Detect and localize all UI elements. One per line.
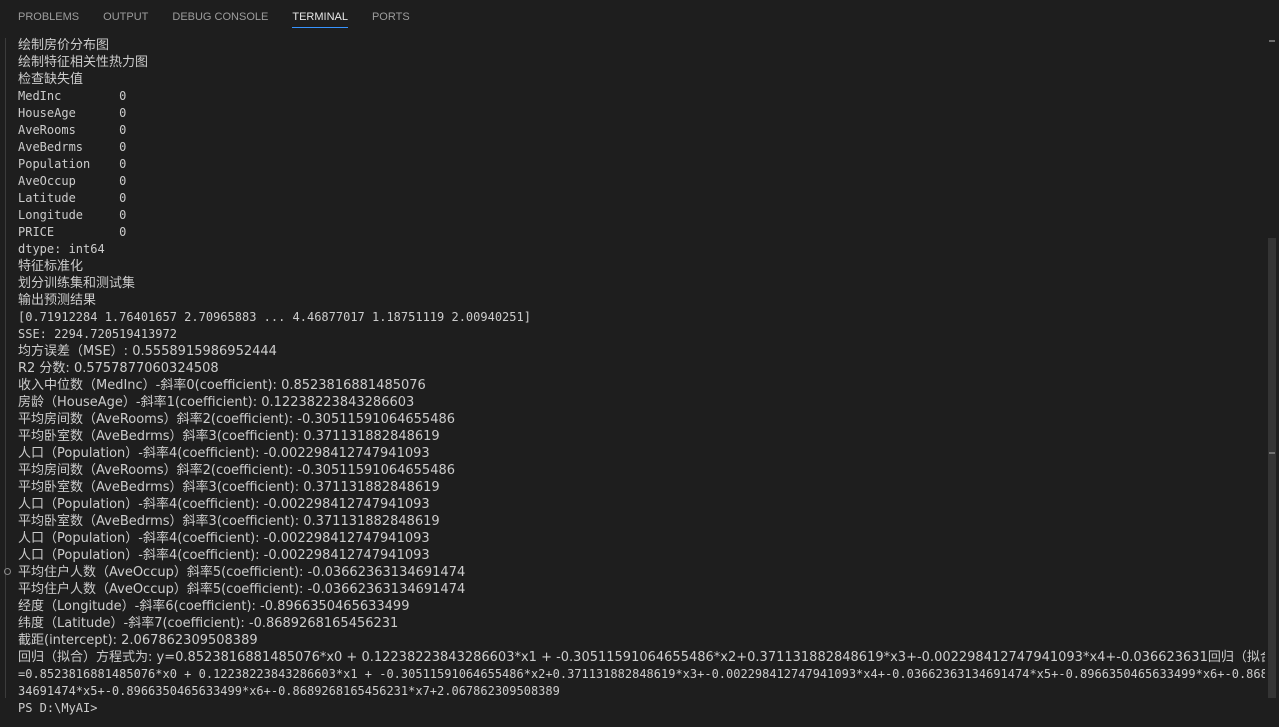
terminal-line: 人口（Population）-斜率4(coefficient): -0.0022… [18, 531, 430, 546]
terminal-line: AveRooms 0 [18, 123, 127, 137]
terminal-line: SSE: 2294.720519413972 [18, 327, 177, 341]
terminal-panel: PROBLEMS OUTPUT DEBUG CONSOLE TERMINAL P… [0, 0, 1279, 727]
terminal-line: 划分训练集和测试集 [18, 276, 136, 291]
tab-output[interactable]: OUTPUT [103, 0, 148, 34]
scrollbar-thumb[interactable] [1268, 238, 1276, 698]
terminal-left-border [5, 38, 6, 698]
terminal-line: AveBedrms 0 [18, 140, 127, 154]
terminal-line: AveOccup 0 [18, 174, 127, 188]
terminal-line: 检查缺失值 [18, 72, 84, 87]
terminal-line: [0.71912284 1.76401657 2.70965883 ... 4.… [18, 310, 531, 324]
terminal-line: 平均住户人数（AveOccup）斜率5(coefficient): -0.036… [18, 565, 466, 580]
terminal-line: 房龄（HouseAge）-斜率1(coefficient): 0.1223822… [18, 395, 415, 410]
terminal-line: 纬度（Latitude）-斜率7(coefficient): -0.868926… [18, 616, 399, 631]
terminal-line: 平均房间数（AveRooms）斜率2(coefficient): -0.3051… [18, 463, 456, 478]
terminal-line: 经度（Longitude）-斜率6(coefficient): -0.89663… [18, 599, 410, 614]
terminal-line: PRICE 0 [18, 225, 127, 239]
scrollbar-marker [1269, 40, 1275, 42]
terminal-line: 截距(intercept): 2.067862309508389 [18, 633, 258, 648]
command-decoration-icon[interactable] [4, 568, 11, 575]
terminal-line: 平均卧室数（AveBedrms）斜率3(coefficient): 0.3711… [18, 480, 440, 495]
terminal-line: 人口（Population）-斜率4(coefficient): -0.0022… [18, 548, 430, 563]
terminal-line: 特征标准化 [18, 259, 84, 274]
terminal-line: Longitude 0 [18, 208, 127, 222]
terminal-line: 平均卧室数（AveBedrms）斜率3(coefficient): 0.3711… [18, 429, 440, 444]
tab-terminal[interactable]: TERMINAL [292, 0, 348, 34]
panel-tab-bar: PROBLEMS OUTPUT DEBUG CONSOLE TERMINAL P… [0, 0, 1279, 34]
terminal-line: 平均房间数（AveRooms）斜率2(coefficient): -0.3051… [18, 412, 456, 427]
terminal-line: 平均卧室数（AveBedrms）斜率3(coefficient): 0.3711… [18, 514, 440, 529]
terminal-line: MedInc 0 [18, 89, 127, 103]
terminal-line: 人口（Population）-斜率4(coefficient): -0.0022… [18, 497, 430, 512]
terminal-scrollbar[interactable] [1268, 38, 1276, 698]
terminal-line: 输出预测结果 [18, 293, 97, 308]
terminal-output[interactable]: 绘制房价分布图绘制特征相关性热力图 检查缺失值 MedInc 0 HouseAge 0… [18, 37, 1265, 727]
terminal-line: 34691474*x5+-0.8966350465633499*x6+-0.86… [18, 684, 560, 698]
terminal-line: 平均住户人数（AveOccup）斜率5(coefficient): -0.036… [18, 582, 466, 597]
terminal-line: dtype: int64 [18, 242, 105, 256]
tab-ports[interactable]: PORTS [372, 0, 410, 34]
terminal-line: 人口（Population）-斜率4(coefficient): -0.0022… [18, 446, 430, 461]
terminal-line: =0.8523816881485076*x0 + 0.1223822384328… [18, 667, 1265, 681]
terminal-line: 绘制特征相关性热力图 [18, 55, 149, 70]
terminal-prompt: PS D:\MyAI> [18, 701, 105, 715]
terminal-line: 绘制房价分布图 [18, 38, 110, 53]
terminal-line: Latitude 0 [18, 191, 127, 205]
terminal-line: HouseAge 0 [18, 106, 127, 120]
terminal-line: 收入中位数（MedInc）-斜率0(coefficient): 0.852381… [18, 378, 426, 393]
tab-debug-console[interactable]: DEBUG CONSOLE [172, 0, 268, 34]
terminal-line: 均方误差（MSE）: 0.5558915986952444 [18, 344, 277, 359]
terminal-line: 回归（拟合）方程式为: y=0.8523816881485076*x0 + 0.… [18, 650, 1265, 665]
terminal-line: Population 0 [18, 157, 127, 171]
terminal-line: R2 分数: 0.5757877060324508 [18, 361, 219, 376]
tab-problems[interactable]: PROBLEMS [18, 0, 79, 34]
